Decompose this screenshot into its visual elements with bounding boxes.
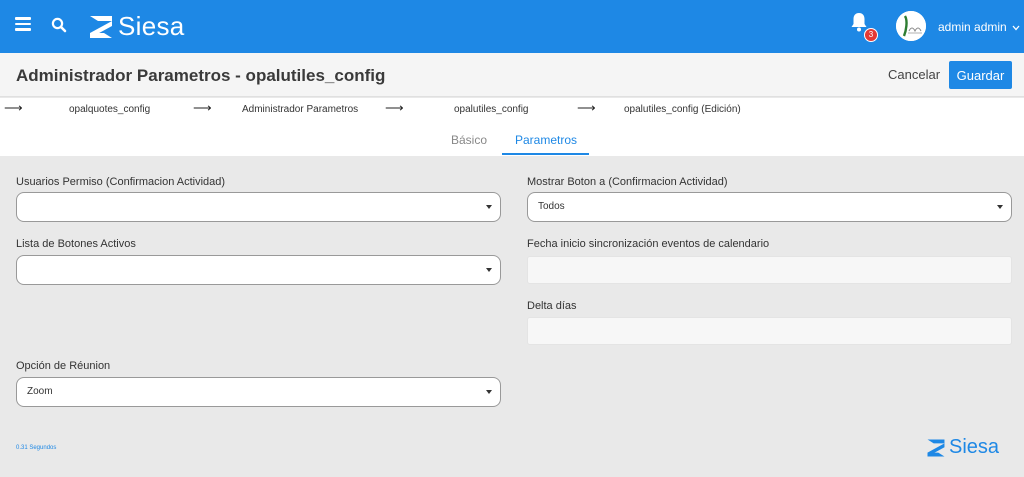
breadcrumb-item[interactable]: opalquotes_config [69,104,150,115]
caret-down-icon [486,268,492,272]
fecha-inicio-label: Fecha inicio sincronización eventos de c… [527,238,770,250]
save-button[interactable]: Guardar [949,61,1012,89]
select-value: Zoom [27,386,53,397]
tab-bar: Básico Parametros [0,122,1024,156]
render-time: 0.31 Segundos [16,445,57,451]
mostrar-boton-select[interactable]: Todos [527,192,1012,222]
breadcrumb-item[interactable]: opalutiles_config [454,104,529,115]
breadcrumb-item[interactable]: Administrador Parametros [242,104,358,115]
arrow-right-icon: ⟶ [577,100,596,115]
footer-siesa-logo: Siesa [926,436,999,459]
cancel-button[interactable]: Cancelar [888,67,940,82]
siesa-logo-mark-icon [90,15,112,38]
siesa-logo[interactable]: Siesa [88,11,185,42]
arrow-right-icon: ⟶ [193,100,212,115]
hamburger-menu-icon[interactable] [15,17,31,31]
user-name: admin admin [938,20,1007,34]
title-bar: Administrador Parametros - opalutiles_co… [0,53,1024,97]
opcion-reunion-select[interactable]: Zoom [16,377,501,407]
user-avatar[interactable] [896,11,926,41]
breadcrumb-item[interactable]: opalutiles_config (Edición) [624,104,741,115]
select-value: Todos [538,201,565,212]
breadcrumb: ⟶ opalquotes_config ⟶ Administrador Para… [0,98,1024,122]
caret-down-icon [486,390,492,394]
delta-dias-label: Delta días [527,300,577,312]
caret-down-icon [997,205,1003,209]
usuarios-permiso-label: Usuarios Permiso (Confirmacion Actividad… [16,176,226,188]
tab-parametros[interactable]: Parametros [515,133,577,147]
tab-basico[interactable]: Básico [451,133,487,147]
mostrar-boton-label: Mostrar Boton a (Confirmacion Actividad) [527,176,728,188]
chevron-down-icon [1012,25,1020,31]
usuarios-permiso-select[interactable] [16,192,501,222]
top-bar: Siesa 3 admin admin [0,0,1024,53]
footer-logo-text: Siesa [949,436,1000,458]
arrow-right-icon: ⟶ [4,100,23,115]
lista-botones-select[interactable] [16,255,501,285]
lista-botones-label: Lista de Botones Activos [16,238,136,250]
avatar-logo-icon [896,11,926,41]
active-tab-indicator [502,153,589,155]
page-title: Administrador Parametros - opalutiles_co… [16,66,386,85]
user-menu[interactable]: admin admin [938,20,1020,34]
notification-badge: 3 [864,28,878,42]
caret-down-icon [486,205,492,209]
arrow-right-icon: ⟶ [385,100,404,115]
logo-text: Siesa [118,11,185,41]
search-icon[interactable] [51,17,67,33]
siesa-logo-mark-icon [927,439,945,456]
delta-dias-input[interactable] [527,317,1012,345]
fecha-inicio-input[interactable] [527,256,1012,284]
opcion-reunion-label: Opción de Réunion [16,360,111,372]
